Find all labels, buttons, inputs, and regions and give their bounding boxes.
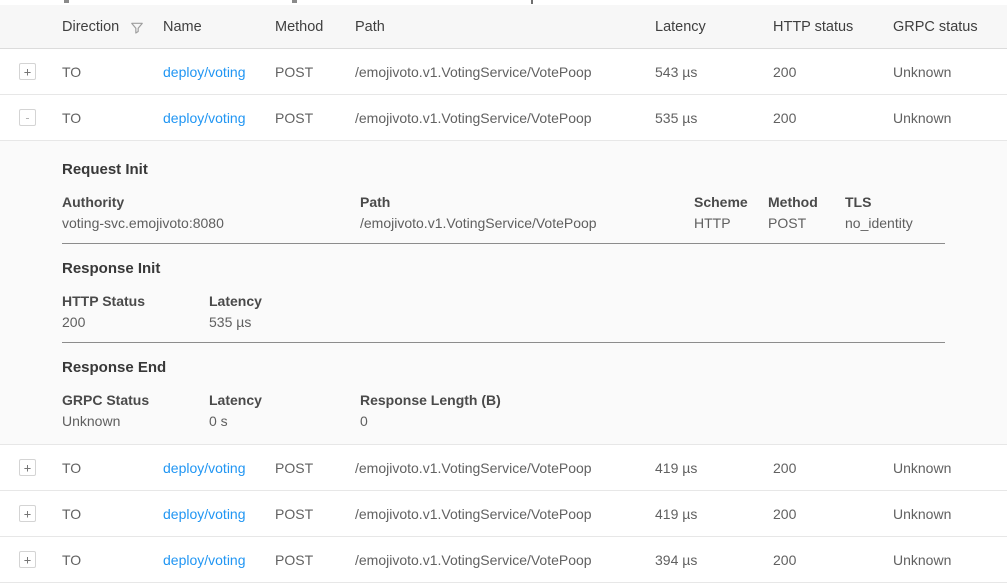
method-cell: POST xyxy=(275,506,355,522)
http-status-cell: 200 xyxy=(773,64,893,80)
response-end-title: Response End xyxy=(62,359,945,377)
latency-value: 0 s xyxy=(209,411,360,432)
path-cell: /emojivoto.v1.VotingService/VotePoop xyxy=(355,110,655,126)
http-status-label: HTTP Status xyxy=(62,291,209,312)
http-status-cell: 200 xyxy=(773,110,893,126)
response-end-fields: GRPC Status Unknown Latency 0 s Response… xyxy=(62,390,945,432)
column-header-http-status: HTTP status xyxy=(773,19,893,35)
latency-cell: 394 µs xyxy=(655,552,773,568)
table-header-row: Direction Name Method Path Latency HTTP … xyxy=(0,5,1007,49)
direction-cell: TO xyxy=(62,552,163,568)
path-label: Path xyxy=(360,192,694,213)
path-cell: /emojivoto.v1.VotingService/VotePoop xyxy=(355,552,655,568)
latency-label: Latency xyxy=(209,291,262,312)
row-detail-panel: Request Init Authority voting-svc.emojiv… xyxy=(0,141,1007,445)
column-header-name: Name xyxy=(163,19,275,35)
latency-value: 535 µs xyxy=(209,312,262,333)
latency-cell: 419 µs xyxy=(655,506,773,522)
clipped-text-artifact xyxy=(292,0,297,3)
path-value: /emojivoto.v1.VotingService/VotePoop xyxy=(360,213,694,234)
grpc-status-cell: Unknown xyxy=(893,64,1007,80)
expand-row-button[interactable]: + xyxy=(19,459,36,476)
direction-cell: TO xyxy=(62,506,163,522)
column-header-direction: Direction xyxy=(62,19,163,35)
table-row: + TO deploy/voting POST /emojivoto.v1.Vo… xyxy=(0,49,1007,95)
grpc-status-value: Unknown xyxy=(62,411,209,432)
method-cell: POST xyxy=(275,64,355,80)
path-cell: /emojivoto.v1.VotingService/VotePoop xyxy=(355,506,655,522)
column-header-method: Method xyxy=(275,19,355,35)
http-status-cell: 200 xyxy=(773,552,893,568)
method-cell: POST xyxy=(275,552,355,568)
latency-cell: 419 µs xyxy=(655,460,773,476)
response-init-title: Response Init xyxy=(62,260,945,278)
column-header-latency: Latency xyxy=(655,19,773,35)
http-status-cell: 200 xyxy=(773,506,893,522)
request-init-fields: Authority voting-svc.emojivoto:8080 Path… xyxy=(62,192,945,234)
direction-cell: TO xyxy=(62,64,163,80)
method-label: Method xyxy=(768,192,845,213)
section-divider xyxy=(62,243,945,244)
deployment-link[interactable]: deploy/voting xyxy=(163,110,246,126)
path-cell: /emojivoto.v1.VotingService/VotePoop xyxy=(355,64,655,80)
request-init-title: Request Init xyxy=(62,161,945,179)
expand-row-button[interactable]: + xyxy=(19,63,36,80)
table-row: + TO deploy/voting POST /emojivoto.v1.Vo… xyxy=(0,491,1007,537)
path-cell: /emojivoto.v1.VotingService/VotePoop xyxy=(355,460,655,476)
deployment-link[interactable]: deploy/voting xyxy=(163,552,246,568)
column-header-path: Path xyxy=(355,19,655,35)
scheme-label: Scheme xyxy=(694,192,768,213)
expand-row-button[interactable]: + xyxy=(19,505,36,522)
method-cell: POST xyxy=(275,460,355,476)
grpc-status-cell: Unknown xyxy=(893,460,1007,476)
clipped-text-artifact xyxy=(64,0,69,3)
grpc-status-label: GRPC Status xyxy=(62,390,209,411)
clipped-text-artifact xyxy=(531,0,533,4)
authority-label: Authority xyxy=(62,192,360,213)
scheme-value: HTTP xyxy=(694,213,768,234)
table-row: + TO deploy/voting POST /emojivoto.v1.Vo… xyxy=(0,537,1007,583)
response-length-value: 0 xyxy=(360,411,501,432)
tap-results-page: Direction Name Method Path Latency HTTP … xyxy=(0,0,1007,586)
grpc-status-cell: Unknown xyxy=(893,110,1007,126)
http-status-value: 200 xyxy=(62,312,209,333)
method-value: POST xyxy=(768,213,845,234)
authority-value: voting-svc.emojivoto:8080 xyxy=(62,213,360,234)
deployment-link[interactable]: deploy/voting xyxy=(163,460,246,476)
deployment-link[interactable]: deploy/voting xyxy=(163,64,246,80)
section-divider xyxy=(62,342,945,343)
table-row-expanded: - TO deploy/voting POST /emojivoto.v1.Vo… xyxy=(0,95,1007,141)
column-header-grpc-status: GRPC status xyxy=(893,19,1007,35)
latency-cell: 535 µs xyxy=(655,110,773,126)
grpc-status-cell: Unknown xyxy=(893,506,1007,522)
direction-cell: TO xyxy=(62,110,163,126)
latency-label: Latency xyxy=(209,390,360,411)
direction-header-label: Direction xyxy=(62,19,119,35)
deployment-link[interactable]: deploy/voting xyxy=(163,506,246,522)
collapse-row-button[interactable]: - xyxy=(19,109,36,126)
table-row: + TO deploy/voting POST /emojivoto.v1.Vo… xyxy=(0,445,1007,491)
expand-row-button[interactable]: + xyxy=(19,551,36,568)
tls-label: TLS xyxy=(845,192,913,213)
direction-cell: TO xyxy=(62,460,163,476)
tap-table: Direction Name Method Path Latency HTTP … xyxy=(0,5,1007,583)
grpc-status-cell: Unknown xyxy=(893,552,1007,568)
method-cell: POST xyxy=(275,110,355,126)
filter-icon[interactable] xyxy=(130,21,144,35)
latency-cell: 543 µs xyxy=(655,64,773,80)
response-init-fields: HTTP Status 200 Latency 535 µs xyxy=(62,291,945,333)
http-status-cell: 200 xyxy=(773,460,893,476)
response-length-label: Response Length (B) xyxy=(360,390,501,411)
tls-value: no_identity xyxy=(845,213,913,234)
